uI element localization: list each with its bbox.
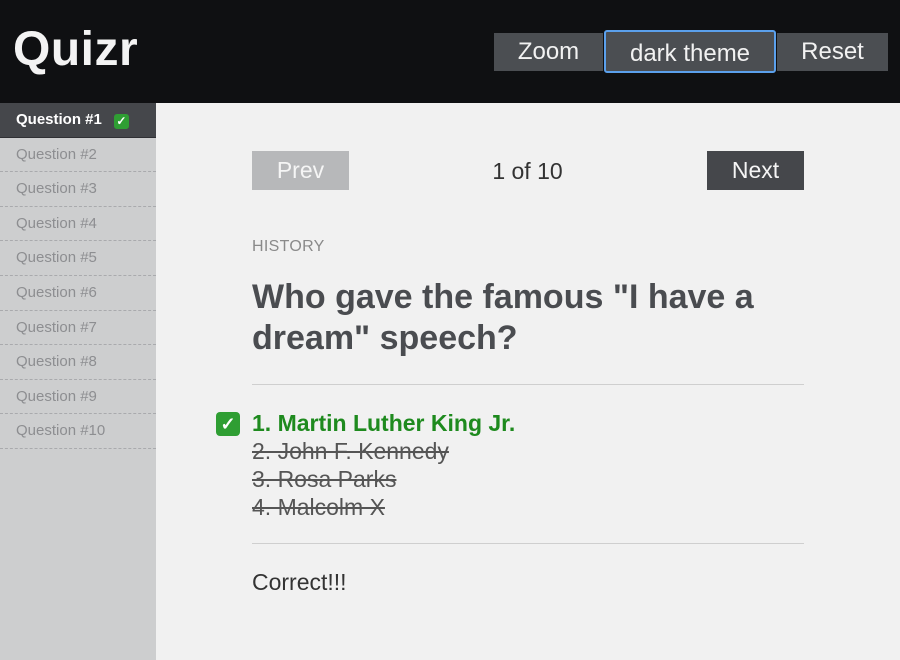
question-sidebar: Question #1 ✓ Question #2 Question #3 Que… [0, 103, 156, 660]
sidebar-item-label: Question #9 [16, 387, 97, 405]
sidebar-item-label: Question #1 [16, 111, 102, 128]
sidebar-item-question-4[interactable]: Question #4 [0, 207, 156, 242]
sidebar-item-label: Question #8 [16, 353, 97, 371]
sidebar-item-label: Question #10 [16, 422, 106, 440]
sidebar-item-question-10[interactable]: Question #10 [0, 414, 156, 449]
answer-option[interactable]: 2. John F. Kennedy [252, 437, 515, 465]
sidebar-item-question-6[interactable]: Question #6 [0, 276, 156, 311]
check-mark-icon: ✓ [216, 412, 240, 436]
sidebar-item-question-7[interactable]: Question #7 [0, 311, 156, 346]
sidebar-item-question-2[interactable]: Question #2 [0, 138, 156, 173]
check-mark-icon: ✓ [113, 114, 129, 129]
answer-option[interactable]: 1. Martin Luther King Jr. [252, 409, 515, 437]
sidebar-item-question-3[interactable]: Question #3 [0, 172, 156, 207]
divider [252, 543, 804, 544]
prev-button[interactable]: Prev [252, 151, 349, 190]
sidebar-item-label: Question #4 [16, 214, 97, 232]
sidebar-item-question-9[interactable]: Question #9 [0, 380, 156, 415]
sidebar-item-question-5[interactable]: Question #5 [0, 241, 156, 276]
dark-theme-button[interactable]: dark theme [604, 30, 776, 73]
reset-button[interactable]: Reset [777, 33, 888, 71]
app-logo: Quizr [13, 23, 139, 76]
feedback-text: Correct!!! [252, 569, 347, 595]
sidebar-item-question-8[interactable]: Question #8 [0, 345, 156, 380]
answer-option[interactable]: 4. Malcolm X [252, 493, 515, 521]
answer-list: 1. Martin Luther King Jr. 2. John F. Ken… [252, 409, 515, 521]
divider [252, 384, 804, 385]
question-counter: 1 of 10 [492, 158, 563, 184]
question-category: HISTORY [252, 238, 325, 255]
answer-option[interactable]: 3. Rosa Parks [252, 465, 515, 493]
app-header: Quizr Zoom dark theme Reset [0, 0, 900, 103]
sidebar-item-label: Question #6 [16, 283, 97, 301]
sidebar-item-label: Question #7 [16, 318, 97, 336]
sidebar-item-question-1[interactable]: Question #1 ✓ [0, 103, 156, 138]
question-text: Who gave the famous "I have a dream" spe… [252, 278, 754, 357]
sidebar-item-label: Question #2 [16, 145, 97, 163]
next-button[interactable]: Next [707, 151, 804, 190]
sidebar-item-label: Question #5 [16, 249, 97, 267]
zoom-button[interactable]: Zoom [494, 33, 603, 71]
sidebar-item-label: Question #3 [16, 180, 97, 198]
